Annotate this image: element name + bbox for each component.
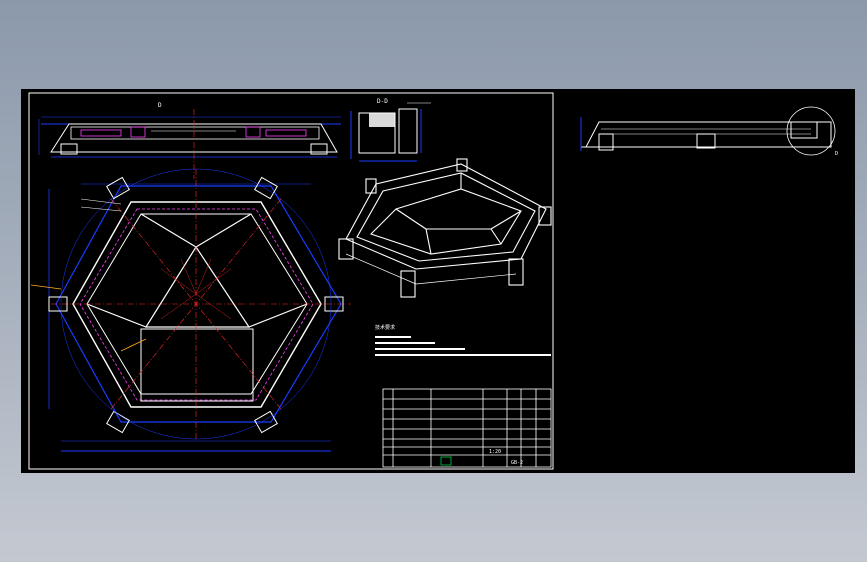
side-elevation-view: D <box>580 106 838 157</box>
cad-drawing-canvas[interactable]: D D-D 技术要求 GB-2 1:20 D <box>21 89 855 473</box>
section-detail: D-D <box>350 98 431 162</box>
technical-notes: 技术要求 <box>375 324 551 356</box>
section-arrow-top: D <box>158 102 162 109</box>
drawing-scale: 1:20 <box>489 449 501 455</box>
section-title: D-D <box>377 98 388 105</box>
notes-heading: 技术要求 <box>375 324 395 331</box>
detail-label: D <box>835 151 838 157</box>
elevation-view: D <box>38 102 341 179</box>
isometric-view <box>338 158 552 298</box>
title-block: GB-2 1:20 <box>382 388 552 468</box>
sheet-border <box>28 92 554 470</box>
hexagon-plan-view <box>30 168 351 452</box>
drawing-number: GB-2 <box>511 460 523 466</box>
